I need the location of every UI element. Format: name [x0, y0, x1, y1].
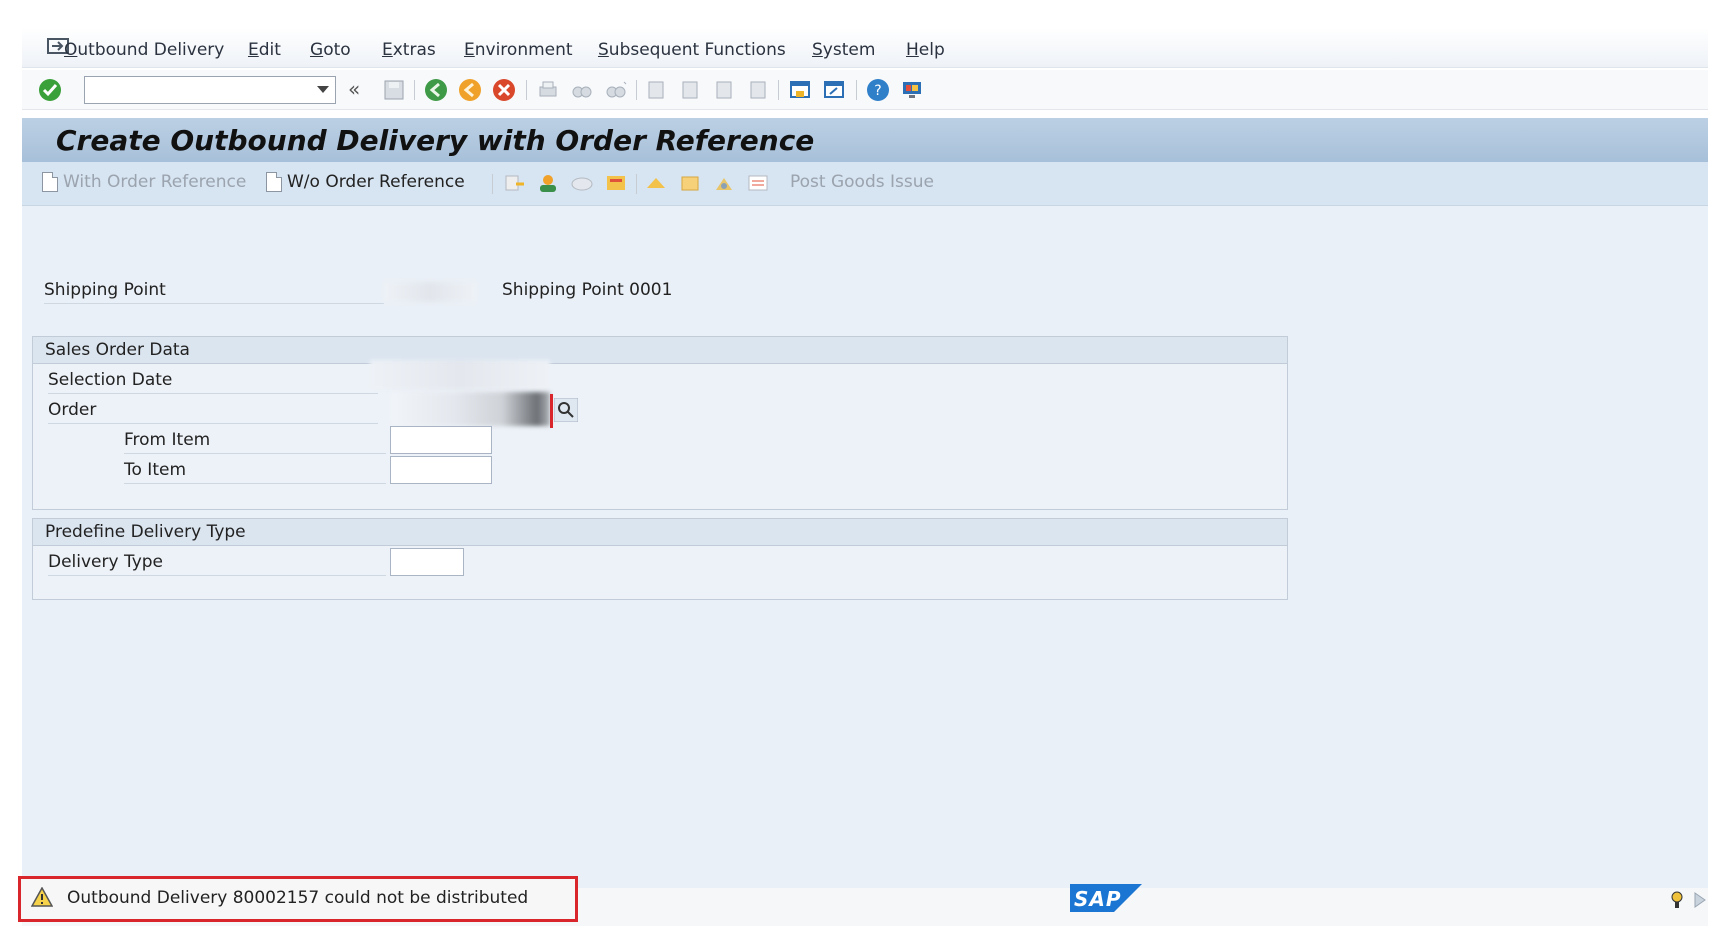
- label-underline: [48, 393, 378, 394]
- label-underline: [48, 423, 378, 424]
- menu-edit[interactable]: Edit: [248, 40, 281, 60]
- label-underline: [124, 483, 386, 484]
- status-message-text: Outbound Delivery 80002157 could not be …: [67, 888, 529, 908]
- expand-status-icon[interactable]: [1692, 890, 1708, 910]
- predefine-delivery-type-group: Predefine Delivery Type: [32, 518, 1288, 600]
- packing-icon[interactable]: [678, 172, 702, 194]
- group-header: Predefine Delivery Type: [33, 519, 1287, 546]
- first-page-icon[interactable]: [644, 78, 668, 102]
- partner-icon[interactable]: [536, 172, 560, 194]
- last-page-icon[interactable]: [746, 78, 770, 102]
- sap-logo-text: SAP: [1074, 887, 1122, 911]
- with-order-reference-button[interactable]: With Order Reference: [42, 172, 246, 192]
- status-message[interactable]: Outbound Delivery 80002157 could not be …: [18, 876, 578, 922]
- overview-icon[interactable]: [746, 172, 770, 194]
- to-item-input[interactable]: [390, 456, 492, 484]
- without-order-reference-button[interactable]: W/o Order Reference: [266, 172, 465, 192]
- delivery-type-input[interactable]: [390, 548, 464, 576]
- menu-bar: Outbound Delivery Edit Goto Extras Envir…: [22, 28, 1708, 68]
- group-header: Sales Order Data: [33, 337, 1287, 364]
- next-page-icon[interactable]: [712, 78, 736, 102]
- toolbar-separator: [636, 174, 637, 194]
- shipping-point-label: Shipping Point: [44, 280, 166, 300]
- label-underline: [124, 453, 386, 454]
- page-title: Create Outbound Delivery with Order Refe…: [56, 124, 815, 157]
- order-label: Order: [48, 400, 97, 420]
- display-icon[interactable]: [502, 172, 526, 194]
- warning-icon: [31, 887, 53, 907]
- from-item-input[interactable]: [390, 426, 492, 454]
- toolbar-separator: [414, 80, 415, 100]
- toolbar-separator: [492, 174, 493, 194]
- save-icon[interactable]: [382, 78, 406, 102]
- chevron-down-icon[interactable]: [317, 86, 329, 93]
- header-icon[interactable]: [570, 172, 594, 194]
- create-session-icon[interactable]: [788, 78, 812, 102]
- selection-date-label: Selection Date: [48, 370, 173, 390]
- menu-environment[interactable]: Environment: [464, 40, 573, 60]
- document-icon: [42, 172, 58, 192]
- shipping-point-description: Shipping Point 0001: [502, 280, 673, 300]
- document-icon: [266, 172, 282, 192]
- menu-outbound-delivery[interactable]: Outbound Delivery: [64, 40, 224, 60]
- delivery-type-label: Delivery Type: [48, 552, 164, 572]
- search-help-icon[interactable]: [554, 398, 578, 422]
- picking-icon[interactable]: [644, 172, 668, 194]
- status-info-icon[interactable]: [1668, 890, 1688, 910]
- texts-icon[interactable]: [604, 172, 628, 194]
- from-item-label: From Item: [124, 430, 211, 450]
- standard-toolbar: « ?: [22, 70, 1708, 110]
- toolbar-separator: [526, 80, 527, 100]
- cancel-icon[interactable]: [492, 78, 516, 102]
- print-icon[interactable]: [536, 78, 560, 102]
- menu-subsequent-functions[interactable]: Subsequent Functions: [598, 40, 786, 60]
- toolbar-separator: [636, 80, 637, 100]
- required-marker: [550, 394, 553, 428]
- command-field[interactable]: [84, 76, 336, 104]
- find-next-icon[interactable]: [604, 78, 628, 102]
- shortcut-icon[interactable]: [822, 78, 846, 102]
- batch-split-icon[interactable]: [712, 172, 736, 194]
- with-order-reference-label: With Order Reference: [63, 172, 247, 192]
- label-underline: [48, 575, 386, 576]
- label-underline: [44, 303, 384, 304]
- application-toolbar: With Order Reference W/o Order Reference…: [22, 162, 1708, 206]
- svg-text:?: ?: [874, 83, 881, 99]
- order-field[interactable]: [390, 392, 550, 426]
- find-icon[interactable]: [570, 78, 594, 102]
- menu-extras[interactable]: Extras: [382, 40, 436, 60]
- menu-help[interactable]: Help: [906, 40, 945, 60]
- previous-page-icon[interactable]: [678, 78, 702, 102]
- toolbar-separator: [778, 80, 779, 100]
- to-item-label: To Item: [124, 460, 186, 480]
- help-icon[interactable]: ?: [866, 78, 890, 102]
- menu-system[interactable]: System: [812, 40, 875, 60]
- toolbar-separator: [856, 80, 857, 100]
- screen-title-bar: Create Outbound Delivery with Order Refe…: [22, 118, 1708, 162]
- collapse-icon[interactable]: «: [348, 78, 372, 102]
- post-goods-issue-button[interactable]: Post Goods Issue: [790, 172, 934, 192]
- exit-icon[interactable]: [458, 78, 482, 102]
- sales-order-data-title: Sales Order Data: [45, 340, 190, 360]
- shipping-point-field[interactable]: [384, 282, 476, 302]
- without-order-reference-label: W/o Order Reference: [287, 172, 465, 192]
- back-icon[interactable]: [424, 78, 448, 102]
- customize-layout-icon[interactable]: [900, 78, 924, 102]
- enter-icon[interactable]: [38, 78, 62, 102]
- predefine-delivery-type-title: Predefine Delivery Type: [45, 522, 246, 542]
- menu-goto[interactable]: Goto: [310, 40, 351, 60]
- selection-date-field[interactable]: [370, 360, 550, 390]
